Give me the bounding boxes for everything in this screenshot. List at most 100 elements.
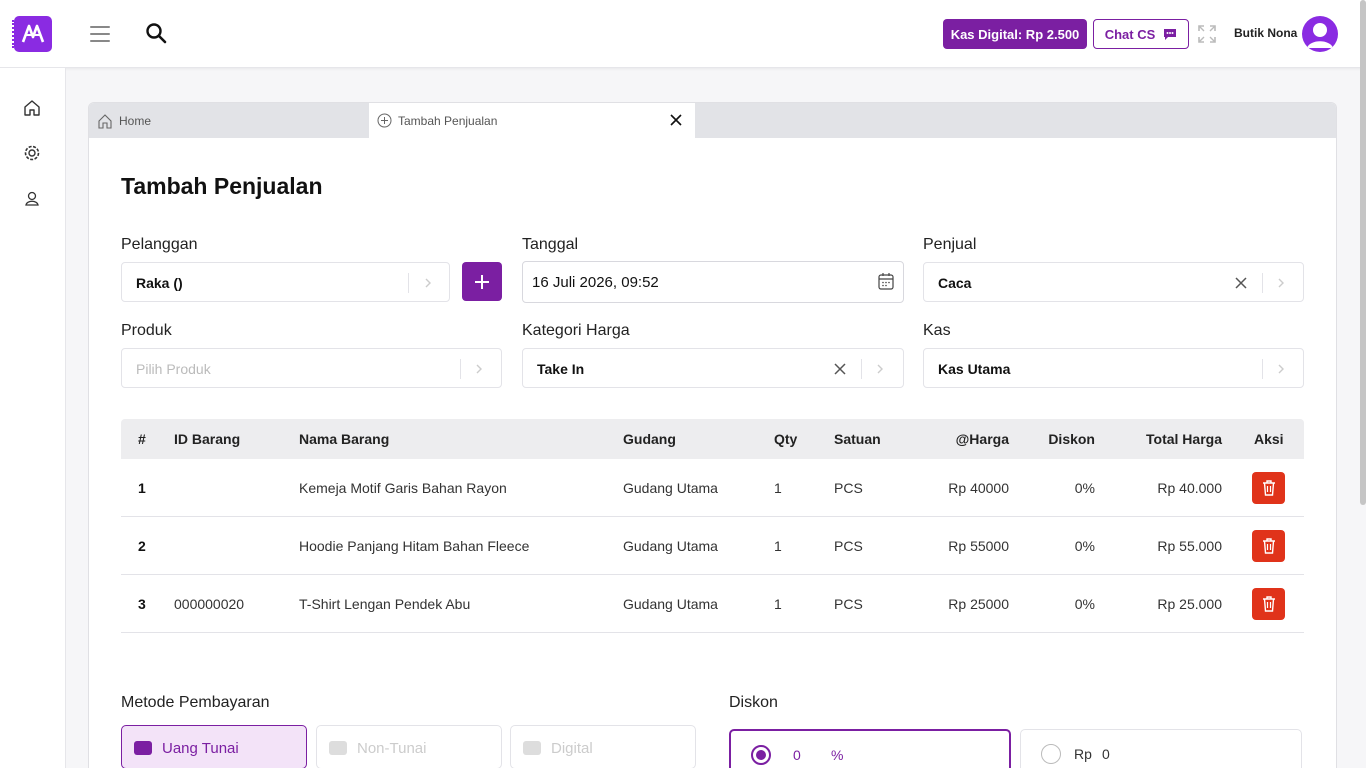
col-id-barang: ID Barang: [174, 431, 241, 447]
kas-digital-button[interactable]: Kas Digital: Rp 2.500: [943, 19, 1087, 49]
select-divider: [861, 359, 862, 379]
calendar-icon[interactable]: [878, 272, 894, 290]
wallet-icon: [134, 741, 152, 755]
row-nama-barang: Kemeja Motif Garis Bahan Rayon: [299, 480, 507, 496]
trash-icon: [1262, 538, 1275, 554]
discount-rp-value: 0: [1102, 746, 1110, 762]
table-row: 2 Hoodie Panjang Hitam Bahan Fleece Guda…: [121, 517, 1304, 575]
row-satuan: PCS: [834, 538, 863, 554]
fullscreen-icon[interactable]: [1198, 25, 1216, 43]
avatar[interactable]: [1302, 16, 1338, 52]
table-row: 1 Kemeja Motif Garis Bahan Rayon Gudang …: [121, 459, 1304, 517]
settings-icon[interactable]: [22, 143, 42, 163]
home-icon[interactable]: [22, 98, 42, 118]
table-row: 3 000000020 T-Shirt Lengan Pendek Abu Gu…: [121, 575, 1304, 633]
discount-rp-unit: Rp: [1074, 746, 1092, 762]
col-aksi: Aksi: [1254, 431, 1284, 447]
payment-method-label: Uang Tunai: [162, 740, 239, 757]
tab-bar: Home Tambah Penjualan: [89, 103, 1336, 138]
row-id-barang: 000000020: [174, 596, 245, 612]
discount-percent-value: 0: [793, 747, 801, 763]
row-total-harga: Rp 25.000: [1157, 596, 1222, 612]
select-divider: [1262, 359, 1263, 379]
chat-cs-label: Chat CS: [1104, 26, 1156, 42]
row-total-harga: Rp 40.000: [1157, 480, 1222, 496]
scrollbar[interactable]: [1360, 0, 1366, 505]
clear-icon[interactable]: [1234, 276, 1248, 290]
pelanggan-select[interactable]: Raka (): [121, 262, 450, 302]
delete-row-button[interactable]: [1252, 588, 1285, 620]
row-satuan: PCS: [834, 596, 863, 612]
payment-method-label: Non-Tunai: [357, 740, 427, 757]
row-number: 1: [138, 480, 146, 496]
close-icon[interactable]: [669, 113, 683, 127]
col-qty: Qty: [774, 431, 798, 447]
plus-icon: [475, 274, 489, 289]
row-gudang: Gudang Utama: [623, 596, 718, 612]
col-diskon: Diskon: [1048, 431, 1095, 447]
chat-bubble-icon: [1164, 28, 1177, 40]
select-divider: [1262, 273, 1263, 293]
trash-icon: [1262, 480, 1275, 496]
tanggal-label: Tanggal: [522, 236, 579, 253]
items-table: # ID Barang Nama Barang Gudang Qty Satua…: [121, 419, 1304, 633]
tanggal-input[interactable]: 16 Juli 2026, 09:52: [522, 261, 904, 303]
user-name[interactable]: Butik Nona: [1234, 26, 1297, 40]
produk-select[interactable]: Pilih Produk: [121, 348, 502, 388]
kategori-harga-select[interactable]: Take In: [522, 348, 904, 388]
row-nama-barang: T-Shirt Lengan Pendek Abu: [299, 596, 471, 612]
metode-pembayaran-label: Metode Pembayaran: [121, 694, 270, 711]
tab-home[interactable]: Home: [97, 103, 367, 138]
row-nama-barang: Hoodie Panjang Hitam Bahan Fleece: [299, 538, 530, 554]
payment-digital-button[interactable]: Digital: [510, 725, 696, 768]
col-total-harga: Total Harga: [1146, 431, 1222, 447]
card-icon: [523, 741, 541, 755]
col-no: #: [138, 431, 146, 447]
chevron-right-icon: [1278, 364, 1284, 374]
add-pelanggan-button[interactable]: [462, 262, 502, 301]
kas-value: Kas Utama: [938, 361, 1011, 377]
row-gudang: Gudang Utama: [623, 538, 718, 554]
col-gudang: Gudang: [623, 431, 676, 447]
row-qty: 1: [774, 538, 782, 554]
tab-tambah-penjualan[interactable]: Tambah Penjualan: [369, 103, 695, 138]
produk-placeholder: Pilih Produk: [136, 361, 211, 377]
chevron-right-icon: [877, 364, 883, 374]
radio-percent[interactable]: [751, 745, 771, 765]
radio-rp[interactable]: [1041, 744, 1061, 764]
discount-percent-unit: %: [831, 747, 844, 763]
kategori-harga-label: Kategori Harga: [522, 322, 630, 339]
payment-method-label: Digital: [551, 740, 593, 757]
user-icon[interactable]: [22, 189, 42, 209]
trash-icon: [1262, 596, 1275, 612]
app-logo[interactable]: [12, 16, 52, 52]
delete-row-button[interactable]: [1252, 472, 1285, 504]
user-avatar-icon: [1307, 23, 1333, 48]
chevron-right-icon: [476, 364, 482, 374]
discount-percent-option[interactable]: 0 %: [729, 729, 1011, 768]
row-satuan: PCS: [834, 480, 863, 496]
chat-cs-button[interactable]: Chat CS: [1093, 19, 1189, 49]
menu-toggle-icon[interactable]: [90, 26, 110, 42]
row-total-harga: Rp 55.000: [1157, 538, 1222, 554]
payment-non-tunai-button[interactable]: Non-Tunai: [316, 725, 502, 768]
pelanggan-label: Pelanggan: [121, 236, 198, 253]
penjual-select[interactable]: Caca: [923, 262, 1304, 302]
col-nama-barang: Nama Barang: [299, 431, 390, 447]
penjual-value: Caca: [938, 275, 972, 291]
payment-uang-tunai-button[interactable]: Uang Tunai: [121, 725, 307, 768]
select-divider: [460, 359, 461, 379]
clear-icon[interactable]: [833, 362, 847, 376]
sidebar: [0, 68, 66, 768]
delete-row-button[interactable]: [1252, 530, 1285, 562]
col-harga: @Harga: [955, 431, 1009, 447]
main-card: Home Tambah Penjualan Tambah Penjualan P…: [88, 102, 1337, 768]
discount-rp-option[interactable]: Rp 0: [1020, 729, 1302, 768]
search-icon[interactable]: [145, 22, 167, 44]
penjual-label: Penjual: [923, 236, 977, 253]
diskon-label: Diskon: [729, 694, 778, 711]
kas-select[interactable]: Kas Utama: [923, 348, 1304, 388]
row-harga: Rp 55000: [948, 538, 1009, 554]
card-icon: [329, 741, 347, 755]
row-diskon: 0%: [1074, 538, 1095, 554]
